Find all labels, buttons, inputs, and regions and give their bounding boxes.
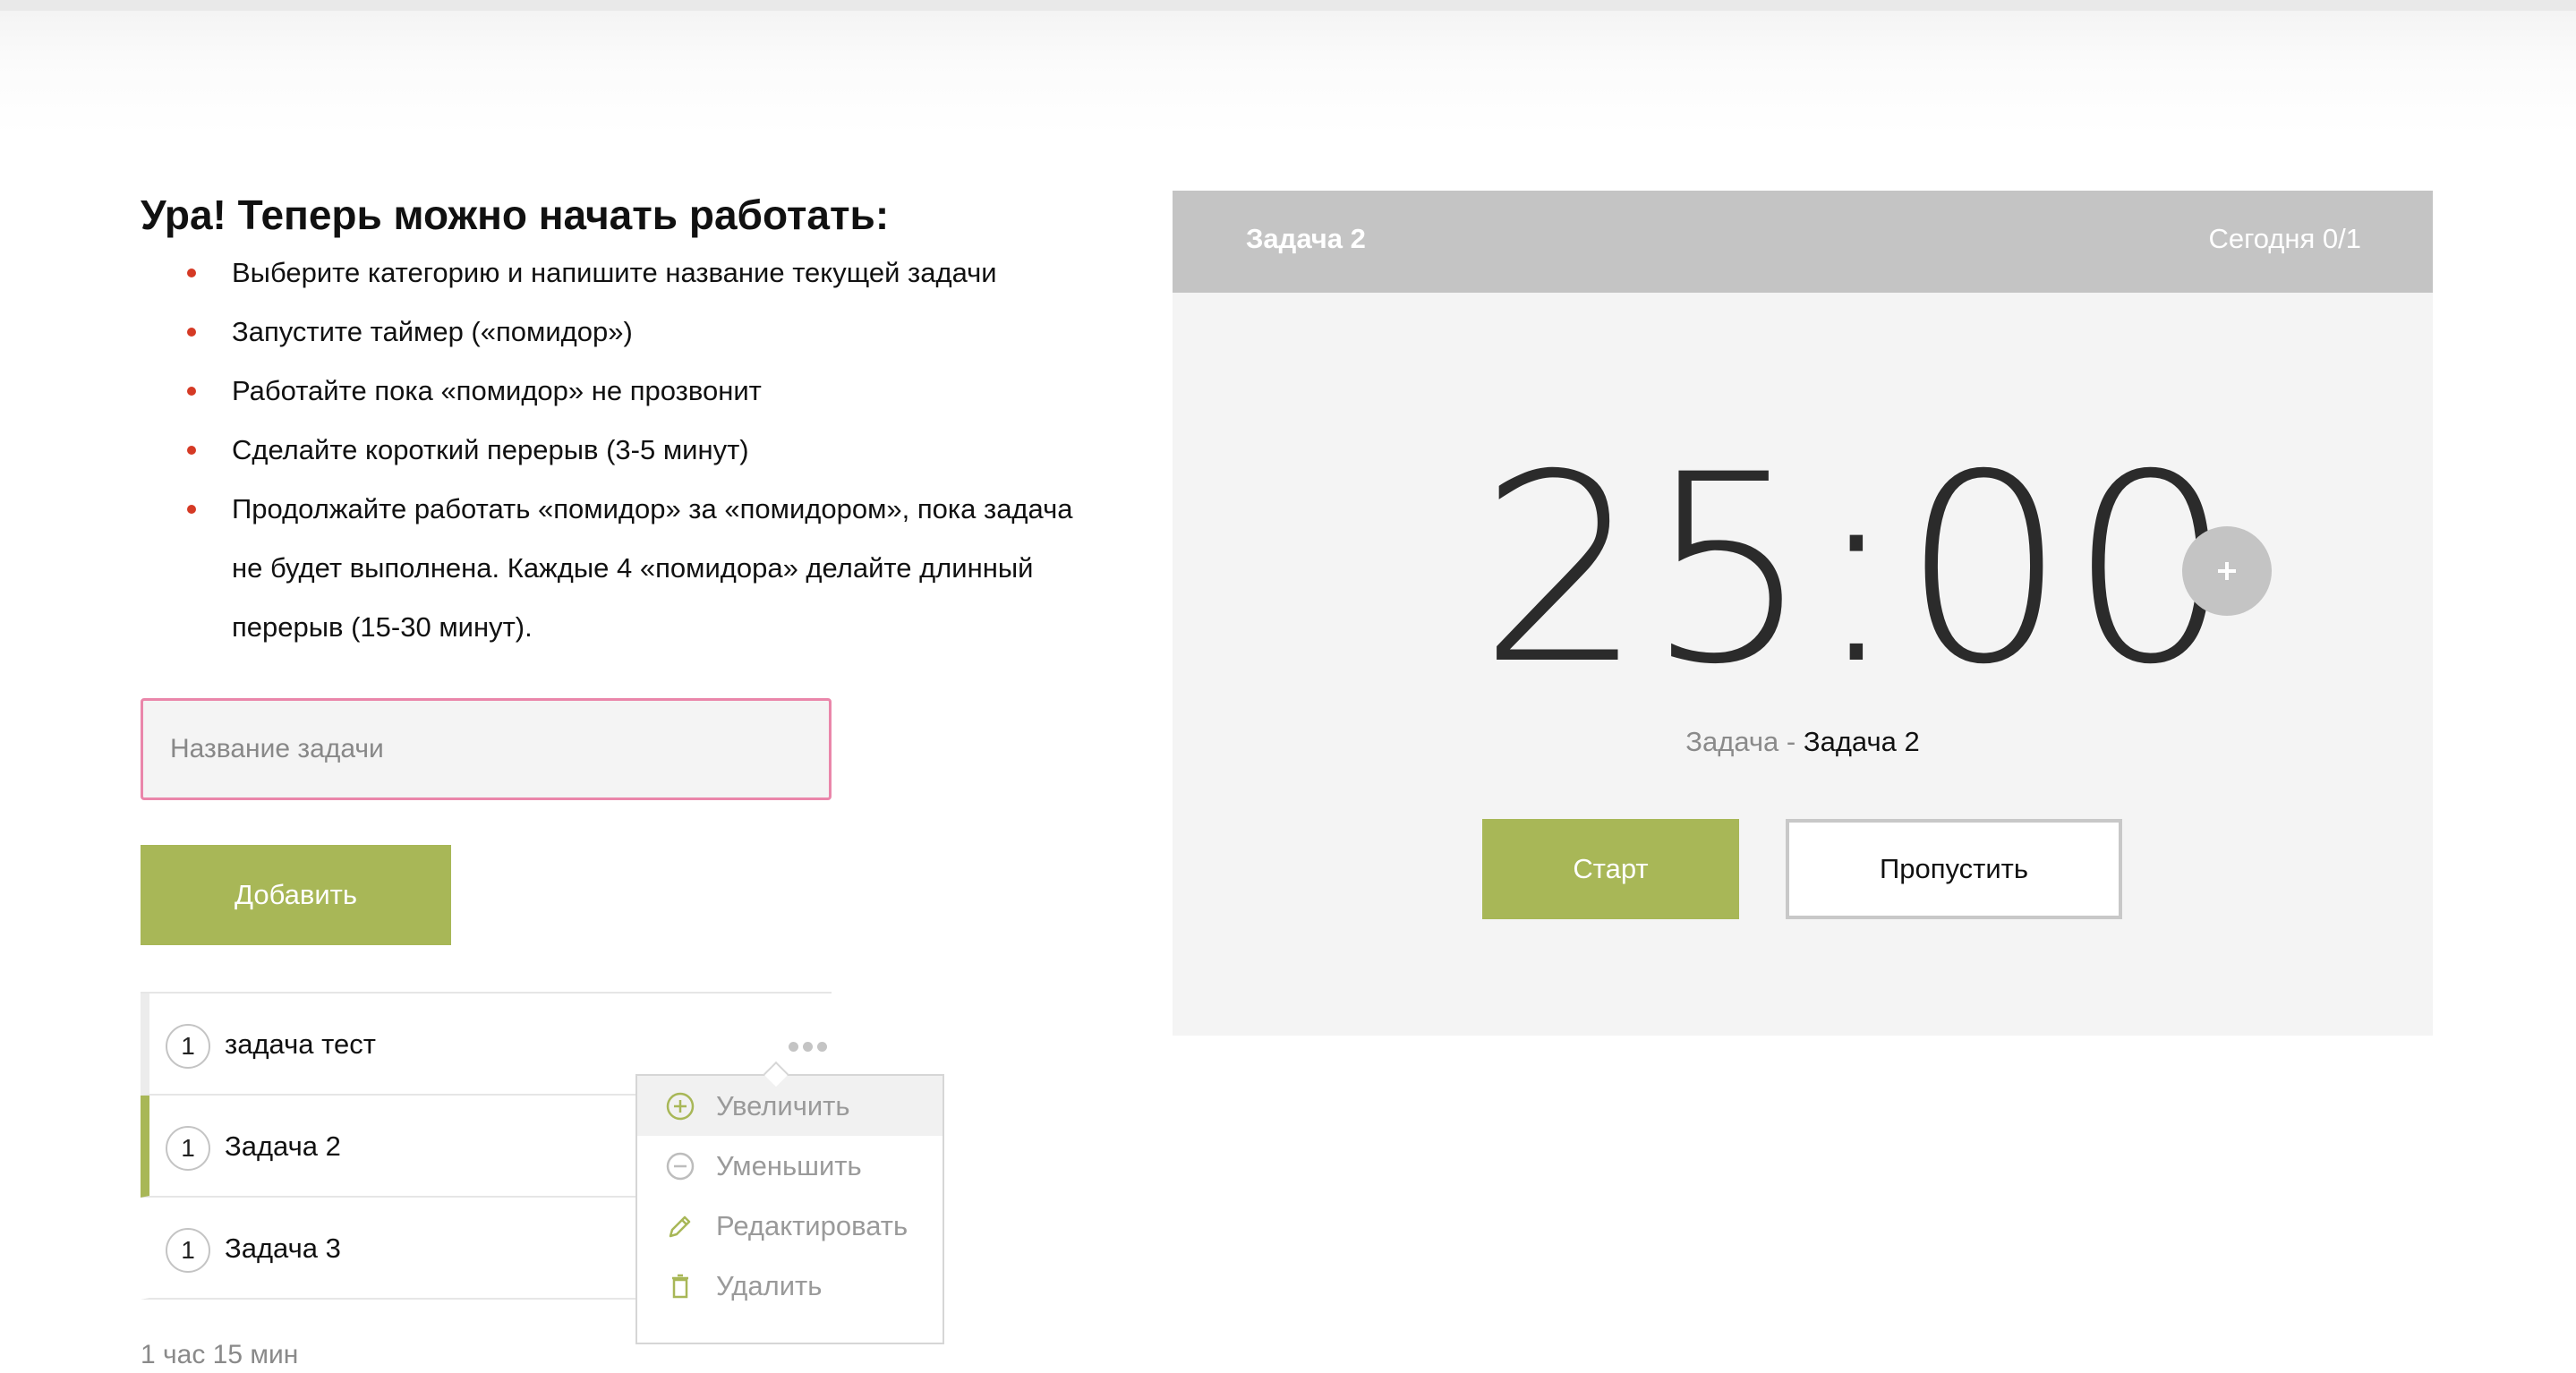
trash-icon — [664, 1270, 696, 1302]
bullet-dot — [187, 446, 196, 455]
instruction-text: Работайте пока «помидор» не прозвонит — [232, 375, 762, 406]
bullet-dot — [187, 387, 196, 396]
today-counter: Сегодня 0/1 — [2208, 223, 2361, 254]
instruction-text: не будет выполнена. Каждые 4 «помидора» … — [232, 552, 1034, 584]
top-bar — [0, 0, 2576, 11]
bullet-dot — [187, 269, 196, 277]
add-task-button[interactable]: Добавить — [141, 845, 451, 945]
skip-button[interactable]: Пропустить — [1786, 819, 2122, 919]
bullet-dot — [187, 505, 196, 514]
task-context-menu: Увеличить Уменьшить Редактировать Удалит… — [635, 1074, 944, 1344]
menu-item-label: Удалить — [716, 1269, 823, 1301]
instruction-text: перерыв (15-30 минут). — [232, 611, 533, 643]
start-button[interactable]: Старт — [1482, 819, 1739, 919]
task-name: Задача 3 — [225, 1232, 341, 1264]
pencil-icon — [664, 1210, 696, 1242]
instruction-item: Работайте пока «помидор» не прозвонит — [141, 362, 1134, 421]
timer-panel: Задача 2 Сегодня 0/1 25:00 Задача - Зада… — [1173, 191, 2433, 1036]
instruction-item-continued: не будет выполнена. Каждые 4 «помидора» … — [141, 539, 1134, 598]
current-task-prefix: Задача - — [1685, 726, 1796, 757]
menu-item-decrease[interactable]: Уменьшить — [637, 1136, 943, 1196]
timer-display: 25:00 — [1479, 420, 2236, 721]
current-task-line: Задача - Задача 2 — [1173, 726, 2433, 758]
instruction-text: Выберите категорию и напишите название т… — [232, 257, 997, 288]
task-name: Задача 2 — [225, 1130, 341, 1162]
instruction-text: Запустите таймер («помидор») — [232, 316, 633, 347]
instruction-item: Выберите категорию и напишите название т… — [141, 243, 1134, 303]
current-task-name: Задача 2 — [1803, 726, 1920, 757]
instructions-block: Ура! Теперь можно начать работать: Выбер… — [141, 186, 1134, 657]
pomodoro-count: 1 — [166, 1024, 210, 1069]
minus-circle-icon — [664, 1150, 696, 1182]
instructions-list: Выберите категорию и напишите название т… — [141, 243, 1134, 657]
bullet-dot — [187, 328, 196, 337]
pomodoro-count: 1 — [166, 1126, 210, 1171]
instruction-text: Сделайте короткий перерыв (3-5 минут) — [232, 434, 749, 465]
top-bar-shadow — [0, 0, 2576, 134]
instruction-text: Продолжайте работать «помидор» за «помид… — [232, 493, 1073, 524]
pomodoro-count: 1 — [166, 1228, 210, 1273]
plus-circle-icon — [664, 1090, 696, 1122]
task-name-input[interactable] — [141, 698, 832, 800]
timer-header: Задача 2 Сегодня 0/1 — [1173, 191, 2433, 293]
instruction-item: Продолжайте работать «помидор» за «помид… — [141, 480, 1134, 539]
instructions-title: Ура! Теперь можно начать работать: — [141, 192, 890, 238]
plus-icon — [2218, 562, 2236, 580]
menu-item-increase[interactable]: Увеличить — [637, 1076, 943, 1136]
instruction-item: Сделайте короткий перерыв (3-5 минут) — [141, 421, 1134, 480]
menu-item-label: Увеличить — [716, 1089, 850, 1121]
menu-item-label: Редактировать — [716, 1209, 908, 1241]
total-time: 1 час 15 мин — [141, 1340, 299, 1369]
menu-item-edit[interactable]: Редактировать — [637, 1196, 943, 1256]
menu-item-label: Уменьшить — [716, 1149, 862, 1181]
header-task-name: Задача 2 — [1246, 223, 1366, 254]
task-name: задача тест — [225, 1028, 376, 1060]
instruction-item-continued: перерыв (15-30 минут). — [141, 598, 1134, 657]
instruction-item: Запустите таймер («помидор») — [141, 303, 1134, 362]
more-options-icon[interactable] — [789, 1040, 842, 1054]
menu-item-delete[interactable]: Удалить — [637, 1256, 943, 1316]
add-minute-button[interactable] — [2182, 526, 2272, 616]
